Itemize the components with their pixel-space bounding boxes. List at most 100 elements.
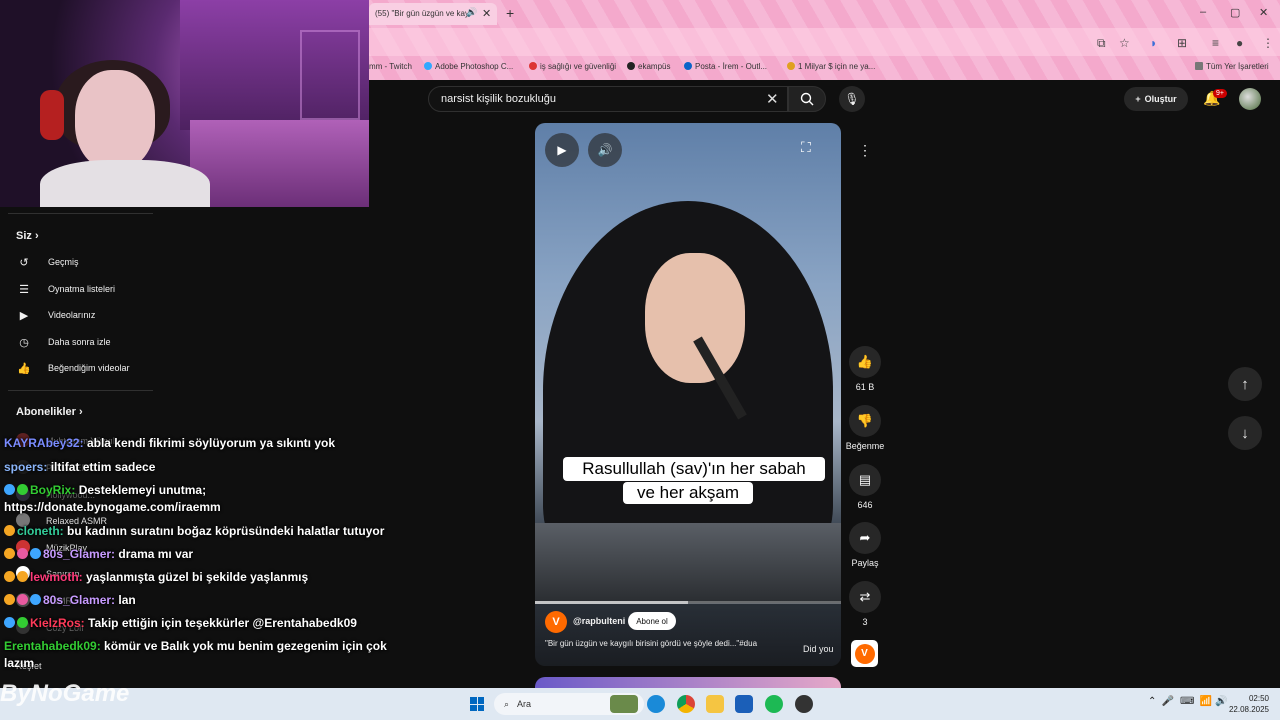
clock-icon: ◷ [19,336,29,349]
chevron-right-icon: › [34,230,39,242]
maximize-icon[interactable]: ▢ [1230,6,1240,19]
sidebar-item-watch-later[interactable]: ◷ Daha sonra izle [16,332,156,352]
video-caption-line2: ve her akşam [623,482,753,504]
spotify-icon[interactable] [765,695,783,713]
notification-badge: 9+ [1213,89,1227,98]
create-button[interactable]: + Oluştur [1124,87,1188,111]
sidebar-item-playlists[interactable]: ☰ Oynatma listeleri [16,279,156,299]
search-button[interactable] [788,86,826,112]
chat-text: Takip ettiğin için teşekkürler @Erentaha… [88,616,357,630]
comments-button[interactable]: ▤ [849,464,881,496]
play-button[interactable]: ▶ [545,133,579,167]
streamer-body [40,160,210,207]
video-title[interactable]: "Bir gün üzgün ve kaygılı birisini gördü… [545,639,795,648]
next-short-button[interactable]: ↓ [1228,416,1262,450]
progress-fill [535,601,688,604]
headset [40,90,64,140]
bookmark-icon [684,62,692,70]
sidebar-item-liked-videos[interactable]: 👍 Beğendiğim videolar [16,358,156,378]
chat-message: lewmoth: yaşlanmışta güzel bi şekilde ya… [4,570,308,584]
store-icon[interactable] [735,695,753,713]
channel-name[interactable]: @rapbulteni [573,616,625,626]
sidebar-subscriptions-link[interactable]: Abonelikler › [16,406,83,418]
badge-icon [17,571,28,582]
sidebar-item-history[interactable]: ↺ Geçmiş [16,252,156,272]
arrow-up-icon: ↑ [1241,375,1249,393]
chat-message: KAYRAbey32: abla kendi fikrimi söylüyoru… [4,436,335,450]
extensions-puzzle-icon[interactable]: ⊞ [1177,36,1187,50]
browser-menu-icon[interactable]: ⋮ [1262,36,1274,50]
webcam-shelf [300,30,360,120]
sidebar-you-link[interactable]: Siz › [16,230,39,242]
system-tray[interactable]: ⌃ 🎤 ⌨ 📶 🔊 [1148,696,1228,707]
shorts-video-player[interactable]: ▶ 🔊 ⛶ Rasullullah (sav)'ın her sabah ve … [535,123,841,666]
previous-short-button[interactable]: ↑ [1228,367,1262,401]
edge-browser-icon[interactable] [647,695,665,713]
chat-message: Erentahabedk09: kömür ve Balık yok mu be… [4,638,404,672]
video-progress-bar[interactable] [535,601,841,604]
badge-icon [4,525,15,536]
bookmark-item[interactable]: iş sağlığı ve güvenliği [529,62,616,71]
history-icon: ↺ [19,256,29,269]
bookmark-icon [424,62,432,70]
address-bar[interactable] [369,28,1280,56]
bookmark-star-icon[interactable]: ☆ [1119,36,1130,50]
badge-icon [17,594,28,605]
bookmark-item[interactable]: Adobe Photoshop C... [424,62,513,71]
bookmark-icon [627,62,635,70]
all-bookmarks[interactable]: Tüm Yer İşaretleri [1195,62,1269,71]
volume-button[interactable]: 🔊 [588,133,622,167]
more-options-icon[interactable]: ⋮ [849,134,881,166]
voice-search-button[interactable]: 🎙 [839,86,865,112]
share-button[interactable]: ➦ [849,522,881,554]
remix-button[interactable]: ⇄ [849,581,881,613]
comment-icon: ▤ [858,472,872,487]
sidebar-item-your-videos[interactable]: ▶ Videolarınız [16,305,156,325]
badge-icon [30,548,41,559]
install-app-icon[interactable]: ⧉ [1097,36,1106,51]
reading-list-icon[interactable]: ≡ [1212,36,1219,50]
sound-source-thumbnail[interactable]: V [851,640,878,667]
badge-icon [17,484,28,495]
chevron-right-icon: › [78,406,83,418]
bookmark-item[interactable]: ekampüs [627,62,670,71]
profile-icon[interactable]: ● [1236,36,1243,50]
streamer-face [75,70,155,170]
minimize-icon[interactable]: – [1200,6,1206,18]
channel-avatar[interactable]: V [545,611,567,633]
badge-icon [4,484,15,495]
windows-start-icon[interactable] [470,697,484,711]
account-avatar[interactable] [1239,88,1261,110]
chat-username: Erentahabedk09: [4,639,101,653]
tab-close-icon[interactable]: ✕ [482,7,491,20]
clear-search-icon[interactable]: ✕ [766,90,779,108]
bookmark-item[interactable]: 1 Milyar $ için ne ya... [787,62,875,71]
file-explorer-icon[interactable] [706,695,724,713]
close-window-icon[interactable]: ✕ [1259,6,1268,19]
chat-text: iltifat ettim sadece [50,460,156,474]
volume-icon: 🔊 [597,143,613,157]
bookmark-item[interactable]: Posta - İrem - Outl... [684,62,767,71]
obs-icon[interactable] [795,695,813,713]
bookmark-icon [787,62,795,70]
bookmark-item[interactable]: mm - Twitch [369,62,412,71]
extension-icon[interactable]: ◗ [1150,36,1157,50]
fullscreen-icon[interactable]: ⛶ [801,139,811,156]
video-icon: ▶ [19,309,29,322]
bookmarks-bar: mm - Twitch Adobe Photoshop C... iş sağl… [369,58,1280,76]
taskbar-clock[interactable]: 02:50 22.08.2025 [1225,693,1269,715]
playlist-icon: ☰ [19,283,29,296]
thumbs-down-icon: 👎 [856,413,874,428]
video-podium [535,523,841,603]
search-input[interactable]: narsist kişilik bozukluğu [428,86,788,112]
dislike-button[interactable]: 👎 [849,405,881,437]
chat-username: KielzRos: [30,616,85,630]
chrome-browser-icon[interactable] [677,695,695,713]
new-tab-icon[interactable]: + [506,5,514,21]
taskbar-widget-icon[interactable] [610,695,638,713]
like-button[interactable]: 👍 [849,346,881,378]
subscribe-button[interactable]: Abone ol [628,612,676,630]
tab-audio-icon[interactable]: 🔊 [466,7,477,18]
browser-tab[interactable]: (55) "Bir gün üzgün ve kay [369,3,497,25]
search-icon [800,92,814,106]
